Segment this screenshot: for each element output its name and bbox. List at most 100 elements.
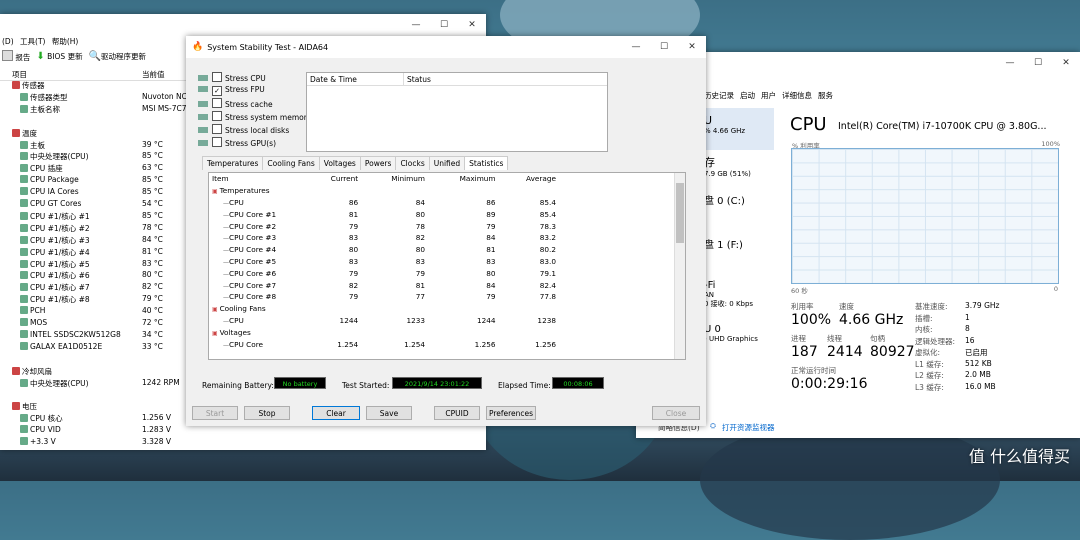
tab-details[interactable]: 详细信息 [782, 90, 812, 101]
stress-option[interactable]: Stress CPU [198, 72, 308, 85]
sidebar-item-cpu[interactable]: U % 4.66 GHz [704, 108, 774, 150]
maximize-button[interactable]: ☐ [650, 42, 678, 52]
stats-row[interactable]: —CPU Core #3 83 82 84 83.2 [209, 232, 685, 244]
stats-item-label: CPU [229, 315, 244, 325]
log-col-datetime[interactable]: Date & Time [310, 75, 357, 84]
col-item-header[interactable]: 项目 [12, 69, 27, 80]
sensor-row[interactable]: CPU VID 1.283 V [0, 425, 486, 437]
close-dialog-button[interactable]: Close [652, 406, 700, 420]
stats-row[interactable]: —CPU Core #7 82 81 84 82.4 [209, 279, 685, 291]
stats-scrollbar[interactable] [674, 173, 685, 359]
stats-row[interactable]: —CPU 1244 1233 1244 1238 [209, 315, 685, 327]
stats-col-current[interactable]: Current [305, 173, 361, 185]
stats-item: —CPU Core #5 [209, 256, 305, 268]
stats-col-maximum[interactable]: Maximum [428, 173, 499, 185]
tab-statistics[interactable]: Statistics [464, 156, 509, 170]
stats-row[interactable]: —CPU 86 84 86 85.4 [209, 197, 685, 209]
minimize-button[interactable]: — [622, 42, 650, 52]
checkbox-unchecked[interactable] [212, 111, 222, 121]
stats-filler [559, 267, 685, 279]
stat-utilization: 利用率 100% [791, 301, 831, 328]
spec-label: L3 缓存: [915, 382, 944, 392]
checkbox-unchecked[interactable] [212, 98, 222, 108]
maximize-button[interactable]: ☐ [1024, 58, 1052, 68]
stress-option[interactable]: Stress cache [198, 98, 308, 111]
scrollbar-thumb[interactable] [676, 183, 684, 243]
tab-powers[interactable]: Powers [359, 156, 397, 170]
checkbox-unchecked[interactable] [212, 72, 222, 82]
stats-col-item[interactable]: Item [209, 173, 305, 185]
tab-temperatures[interactable]: Temperatures [202, 156, 264, 170]
stats-item: ▣ Voltages [209, 326, 305, 338]
stats-cur: 83 [348, 233, 359, 243]
sensor-label: CPU 核心 [30, 414, 63, 424]
tab-history[interactable]: 历史记录 [704, 90, 734, 101]
checkbox-checked[interactable]: ✓ [212, 86, 222, 96]
tab-services[interactable]: 服务 [818, 90, 833, 101]
col-value-header[interactable]: 当前值 [142, 69, 165, 80]
stats-col-average[interactable]: Average [499, 173, 559, 185]
start-button[interactable]: Start [192, 406, 238, 420]
stats-group-row[interactable]: ▣ Cooling Fans [209, 303, 685, 315]
report-button[interactable]: 报告 [2, 50, 30, 63]
stop-button[interactable]: Stop [244, 406, 290, 420]
stats-min: 80 [415, 209, 426, 219]
menu-item[interactable]: (D) [2, 37, 14, 46]
tab-unified[interactable]: Unified [428, 156, 466, 170]
stats-row[interactable]: —CPU Core 1.254 1.254 1.256 1.256 [209, 338, 685, 350]
stats-row[interactable]: —CPU Core #6 79 79 80 79.1 [209, 267, 685, 279]
minimize-button[interactable]: — [402, 20, 430, 30]
checkbox-unchecked[interactable] [212, 137, 222, 147]
stats-group-row[interactable]: ▣ Voltages [209, 326, 685, 338]
sensor-value: 34 °C [142, 329, 163, 339]
log-col-status[interactable]: Status [407, 75, 431, 84]
spec-value: 3.79 GHz [965, 301, 1000, 310]
tab-users[interactable]: 用户 [761, 90, 776, 101]
driver-update-button[interactable]: 🔍驱动程序更新 [89, 51, 146, 62]
menu-item[interactable]: 帮助(H) [52, 37, 79, 46]
stats-cur: 80 [348, 245, 359, 255]
sidebar-item-gpu[interactable]: U 0 ) UHD Graphics [704, 324, 758, 343]
minimize-button[interactable]: — [996, 58, 1024, 68]
stress-option[interactable]: ✓ Stress FPU [198, 85, 308, 98]
stats-row[interactable]: —CPU Core #4 80 80 81 80.2 [209, 244, 685, 256]
preferences-button[interactable]: Preferences [486, 406, 536, 420]
tab-startup[interactable]: 启动 [740, 90, 755, 101]
sidebar-item-disk1[interactable]: 盘 1 (F:) [704, 236, 743, 251]
tab-voltages[interactable]: Voltages [318, 156, 361, 170]
close-button[interactable]: ✕ [458, 20, 486, 30]
stats-row[interactable]: —CPU Core #2 79 78 79 78.3 [209, 220, 685, 232]
stats-col-minimum[interactable]: Minimum [361, 173, 428, 185]
tab-clocks[interactable]: Clocks [395, 156, 430, 170]
close-button[interactable]: ✕ [678, 42, 706, 52]
spec-value: 1 [965, 312, 970, 322]
cpuid-button[interactable]: CPUID [434, 406, 480, 420]
stats-row[interactable]: —CPU Core #1 81 80 89 85.4 [209, 208, 685, 220]
checkbox-unchecked[interactable] [212, 124, 222, 134]
open-resource-monitor-link[interactable]: 打开资源监视器 [722, 422, 775, 433]
stats-row[interactable]: —CPU Core #8 79 77 79 77.8 [209, 291, 685, 303]
sensor-row[interactable]: +3.3 V 3.328 V [0, 437, 486, 449]
stress-option[interactable]: Stress GPU(s) [198, 137, 308, 150]
sensor-icon [20, 283, 28, 292]
sensor-icon [20, 259, 28, 268]
close-button[interactable]: ✕ [1052, 58, 1080, 68]
tab-cooling-fans[interactable]: Cooling Fans [262, 156, 320, 170]
stats-group-row[interactable]: ▣ Temperatures [209, 185, 685, 197]
save-button[interactable]: Save [366, 406, 412, 420]
stats-item: —CPU [209, 315, 305, 327]
sidebar-item-wifi[interactable]: -Fi AN 0 接收: 0 Kbps [704, 280, 753, 309]
stats-row[interactable]: —CPU Core #5 83 83 83 83.0 [209, 256, 685, 268]
stress-option[interactable]: Stress local disks [198, 124, 308, 137]
bios-update-button[interactable]: ⬇ BIOS 更新 [36, 51, 82, 62]
sidebar-item-memory[interactable]: 存 7.9 GB (51%) [704, 154, 751, 178]
clear-button[interactable]: Clear [312, 406, 360, 420]
sidebar-item-disk0[interactable]: 盘 0 (C:) [704, 192, 745, 207]
spec-value: 2.0 MB [965, 370, 991, 379]
stats-cur: 86 [348, 197, 359, 207]
stats-min [361, 326, 428, 338]
menu-item[interactable]: 工具(T) [20, 37, 45, 46]
stress-option[interactable]: Stress system memory [198, 111, 311, 124]
maximize-button[interactable]: ☐ [430, 20, 458, 30]
stats-item-label: Cooling Fans [219, 304, 266, 314]
